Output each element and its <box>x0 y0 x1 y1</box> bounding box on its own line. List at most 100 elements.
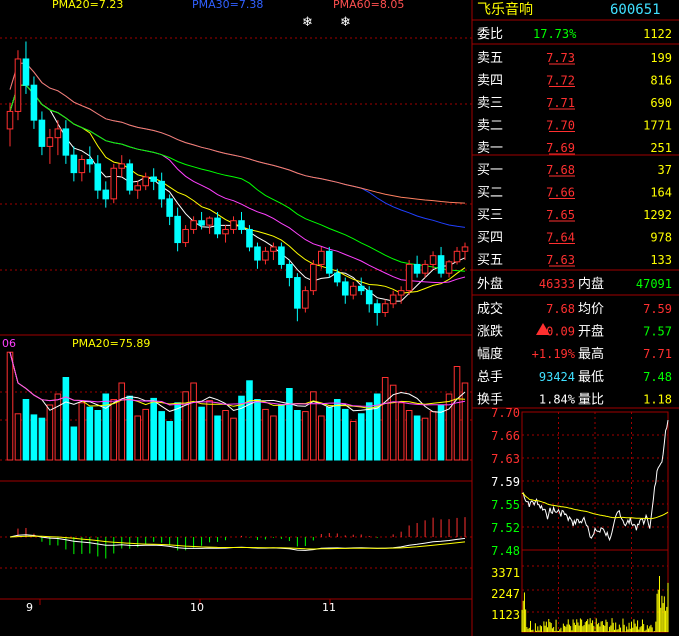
candle[interactable] <box>14 58 22 112</box>
candle[interactable] <box>206 217 213 226</box>
volume-bar[interactable] <box>182 391 189 461</box>
volume-bar[interactable] <box>294 410 301 461</box>
volume-bar[interactable] <box>86 406 94 461</box>
volume-bar[interactable] <box>365 402 373 461</box>
volume-bar[interactable] <box>102 393 110 461</box>
volume-bar[interactable] <box>94 410 102 461</box>
order-price[interactable]: 7.64 <box>546 231 575 245</box>
candle[interactable] <box>357 285 365 292</box>
volume-bar[interactable] <box>286 388 293 461</box>
volume-bar[interactable] <box>118 382 126 461</box>
volume-bar[interactable] <box>421 417 429 461</box>
candle[interactable] <box>38 119 46 147</box>
candlestick-series[interactable] <box>6 41 469 326</box>
volume-bar[interactable] <box>150 397 157 461</box>
candle[interactable] <box>405 263 413 292</box>
candle[interactable] <box>30 84 38 121</box>
candle[interactable] <box>78 159 86 174</box>
candle[interactable] <box>54 128 62 139</box>
volume-bar[interactable] <box>413 415 421 461</box>
candle[interactable] <box>102 189 110 200</box>
volume-bar[interactable] <box>246 380 253 461</box>
candle[interactable] <box>333 272 341 283</box>
volume-bar[interactable] <box>262 408 269 461</box>
snowflake-icon[interactable]: ❄ <box>302 15 313 30</box>
candle[interactable] <box>318 250 325 265</box>
candle[interactable] <box>365 290 373 305</box>
candle[interactable] <box>110 167 118 200</box>
candle[interactable] <box>254 246 261 261</box>
volume-bar[interactable] <box>461 382 469 461</box>
volume-bar[interactable] <box>437 404 445 461</box>
candle[interactable] <box>158 180 165 200</box>
candle[interactable] <box>270 246 277 252</box>
volume-bar[interactable] <box>270 415 277 461</box>
snowflake-icon[interactable]: ❄ <box>340 15 351 30</box>
order-price[interactable]: 7.71 <box>546 96 575 110</box>
volume-bar[interactable] <box>357 413 365 461</box>
volume-bar[interactable] <box>78 402 86 461</box>
volume-bar[interactable] <box>405 410 413 461</box>
volume-bar[interactable] <box>278 404 285 461</box>
candle[interactable] <box>302 290 309 309</box>
volume-bar[interactable] <box>126 395 134 461</box>
volume-bar[interactable] <box>22 399 30 461</box>
volume-bar[interactable] <box>333 399 341 461</box>
candle[interactable] <box>246 228 253 248</box>
candle[interactable] <box>86 159 94 165</box>
candle[interactable] <box>70 154 78 174</box>
volume-bar[interactable] <box>30 414 38 461</box>
order-price[interactable]: 7.66 <box>546 186 575 200</box>
order-price[interactable]: 7.65 <box>546 208 575 222</box>
volume-bar[interactable] <box>214 415 221 461</box>
candle[interactable] <box>349 285 357 296</box>
order-price[interactable]: 7.73 <box>546 51 575 65</box>
order-price[interactable]: 7.70 <box>546 119 575 133</box>
order-price[interactable]: 7.69 <box>546 141 575 155</box>
order-price[interactable]: 7.63 <box>546 253 575 267</box>
candle[interactable] <box>421 263 429 274</box>
volume-bar[interactable] <box>302 411 309 461</box>
candle[interactable] <box>278 246 285 265</box>
candle[interactable] <box>198 220 205 226</box>
volume-bar[interactable] <box>429 411 437 461</box>
volume-bar[interactable] <box>110 399 118 461</box>
candle[interactable] <box>118 163 126 169</box>
volume-bar[interactable] <box>54 393 62 461</box>
candle[interactable] <box>134 185 142 191</box>
candle[interactable] <box>437 255 445 274</box>
candle[interactable] <box>142 176 149 187</box>
candle[interactable] <box>397 290 405 296</box>
candle[interactable] <box>22 58 30 86</box>
volume-bar[interactable] <box>238 395 245 461</box>
volume-bar[interactable] <box>381 377 389 461</box>
candle[interactable] <box>389 294 397 305</box>
candle[interactable] <box>341 281 349 296</box>
volume-bar[interactable] <box>198 406 205 461</box>
candle[interactable] <box>373 303 381 314</box>
volume-bar[interactable] <box>397 402 405 461</box>
volume-bar[interactable] <box>158 411 165 461</box>
candle[interactable] <box>238 220 245 230</box>
candle[interactable] <box>453 250 461 263</box>
order-price[interactable]: 7.72 <box>546 74 575 88</box>
volume-bar[interactable] <box>174 402 181 461</box>
volume-bar[interactable] <box>230 417 237 461</box>
candle[interactable] <box>429 255 437 265</box>
volume-bar[interactable] <box>6 351 14 461</box>
candle[interactable] <box>286 263 293 279</box>
volume-bar[interactable] <box>453 366 461 461</box>
candle[interactable] <box>94 163 102 191</box>
candle[interactable] <box>326 250 333 274</box>
volume-bar[interactable] <box>46 404 54 461</box>
volume-bar[interactable] <box>62 377 70 461</box>
candle[interactable] <box>413 263 421 274</box>
volume-bar[interactable] <box>14 413 22 461</box>
candle[interactable] <box>174 215 181 244</box>
order-price[interactable]: 7.68 <box>546 163 575 177</box>
volume-bar[interactable] <box>373 393 381 461</box>
volume-bar[interactable] <box>349 421 357 461</box>
volume-bar[interactable] <box>38 417 46 461</box>
candle[interactable] <box>230 220 237 230</box>
candle[interactable] <box>182 228 189 244</box>
